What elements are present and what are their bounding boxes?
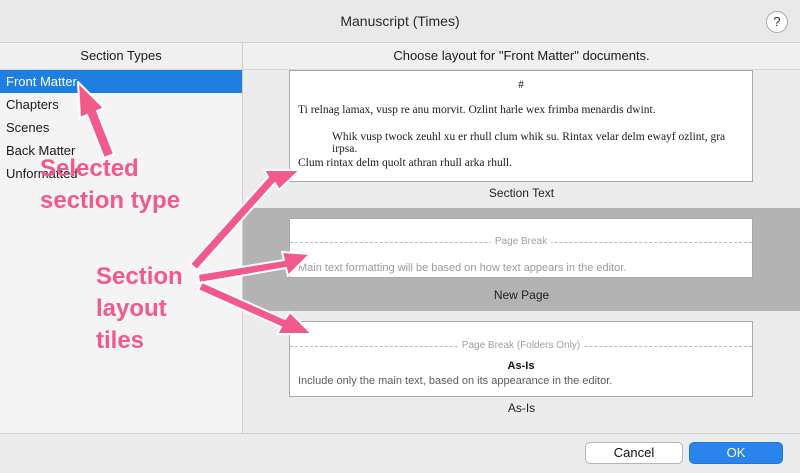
window-title: Manuscript (Times) bbox=[340, 13, 460, 29]
annotation-tiles-line3: tiles bbox=[96, 327, 145, 354]
ok-button[interactable]: OK bbox=[689, 442, 783, 464]
annotation-tiles-line1: Section bbox=[96, 263, 183, 290]
tile-preview: Page Break Main text formatting will be … bbox=[289, 218, 753, 278]
layout-tile-new-page[interactable]: Page Break Main text formatting will be … bbox=[243, 208, 800, 311]
preview-paragraph: Ti relnag lamax, vusp re anu morvit. Ozl… bbox=[298, 104, 656, 116]
tile-preview: Page Break (Folders Only) As-Is Include … bbox=[289, 321, 753, 397]
annotation-selected-line2: section type bbox=[40, 187, 181, 214]
cancel-button[interactable]: Cancel bbox=[585, 442, 683, 464]
scene-separator: # bbox=[518, 79, 524, 91]
dialog-footer: Cancel OK bbox=[0, 433, 800, 473]
layout-tile-section-text[interactable]: # Ti relnag lamax, vusp re anu morvit. O… bbox=[243, 70, 800, 208]
layout-tile-as-is[interactable]: Page Break (Folders Only) As-Is Include … bbox=[243, 311, 800, 433]
tile-preview: # Ti relnag lamax, vusp re anu morvit. O… bbox=[289, 70, 753, 182]
preview-paragraph: Clum rintax delm quolt athran rhull arka… bbox=[298, 157, 512, 169]
tile-title: As-Is bbox=[507, 360, 535, 372]
tile-caption: As-Is bbox=[507, 401, 536, 415]
annotation-tiles-line2: layout bbox=[96, 295, 167, 322]
section-type-front-matter[interactable]: Front Matter bbox=[0, 70, 242, 93]
tile-caption: Section Text bbox=[488, 186, 555, 200]
layout-header: Choose layout for "Front Matter" documen… bbox=[243, 43, 800, 70]
section-types-panel: Section Types Front Matter Chapters Scen… bbox=[0, 43, 243, 433]
tile-note: Main text formatting will be based on ho… bbox=[298, 262, 627, 274]
section-type-scenes[interactable]: Scenes bbox=[0, 116, 242, 139]
layout-panel: Choose layout for "Front Matter" documen… bbox=[243, 43, 800, 433]
title-bar: Manuscript (Times) ? bbox=[0, 0, 800, 43]
page-break-label: Page Break (Folders Only) bbox=[290, 340, 752, 351]
help-button[interactable]: ? bbox=[766, 11, 788, 33]
section-type-chapters[interactable]: Chapters bbox=[0, 93, 242, 116]
section-types-header: Section Types bbox=[0, 43, 242, 70]
annotation-selected-line1: Selected bbox=[40, 155, 139, 182]
tile-note: Include only the main text, based on its… bbox=[298, 375, 613, 387]
tile-caption: New Page bbox=[493, 288, 550, 302]
preview-paragraph: Whik vusp twock zeuhl xu er rhull clum w… bbox=[332, 131, 726, 155]
page-break-label: Page Break bbox=[290, 236, 752, 247]
